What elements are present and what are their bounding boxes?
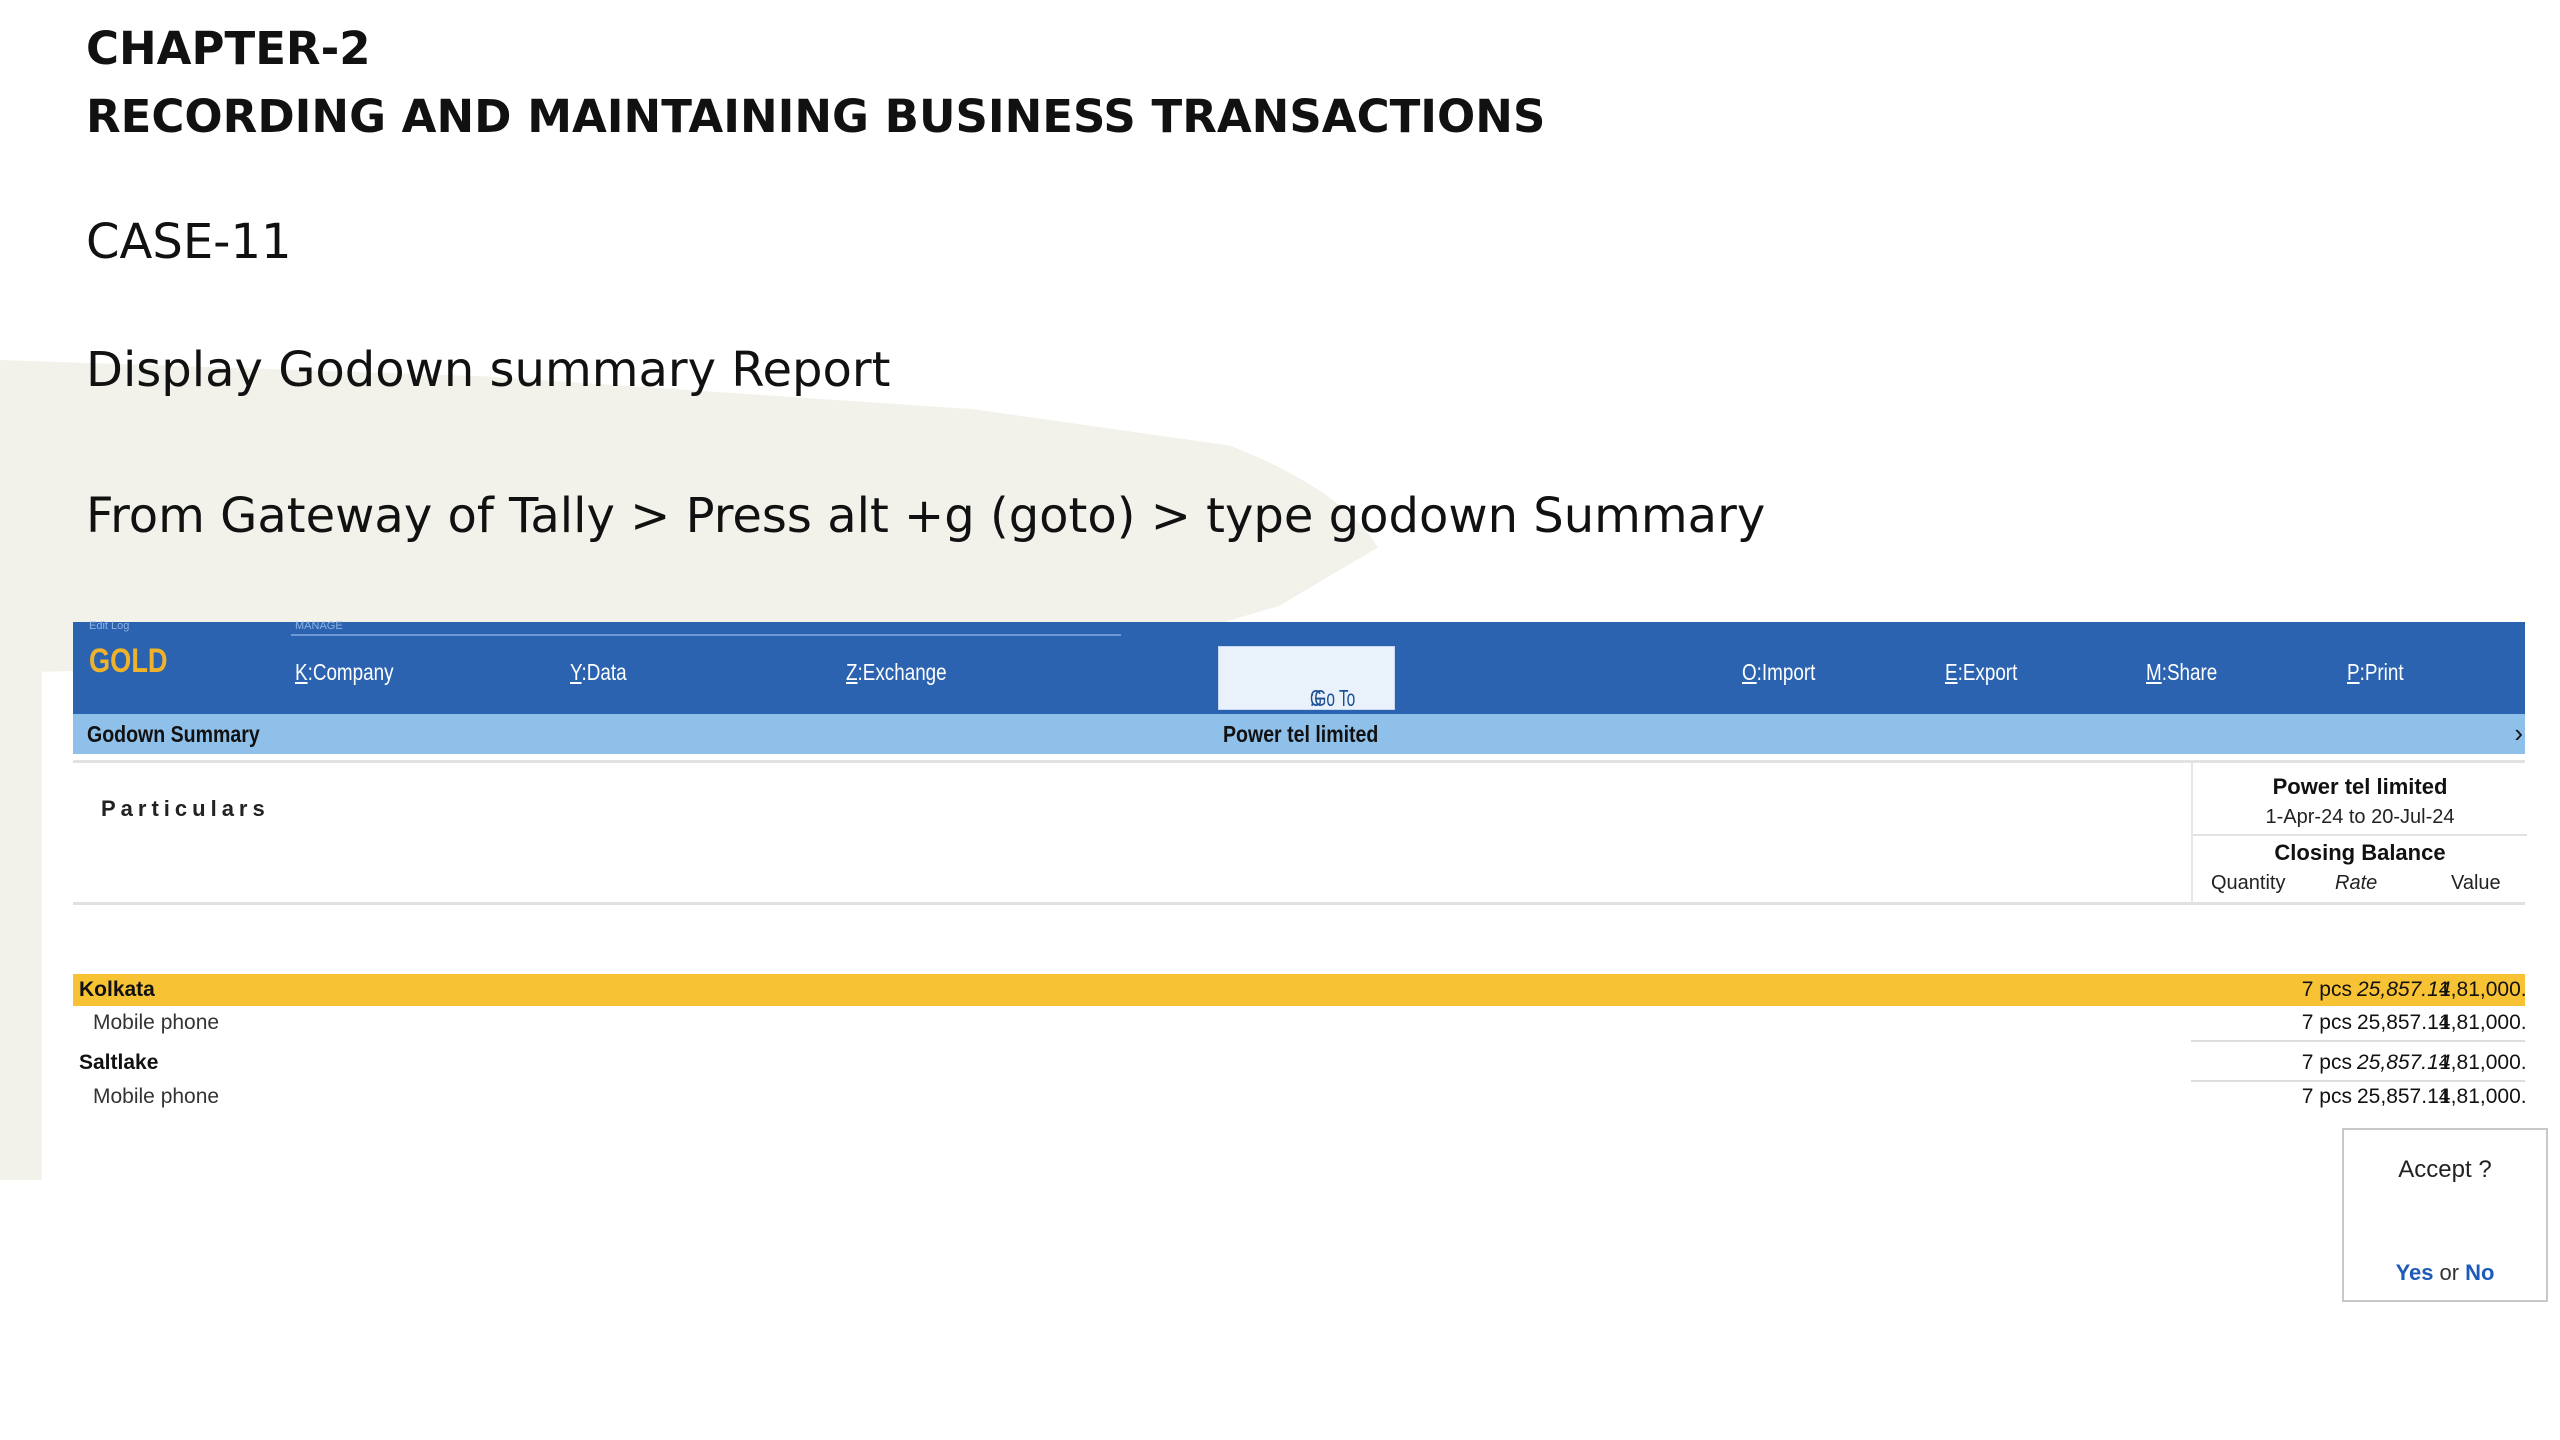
row-rate: 25,857.14 [2357, 978, 2451, 1001]
row-quantity: 7 pcs [2301, 1011, 2352, 1034]
closing-balance-column-header: Power tel limited 1-Apr-24 to 20-Jul-24 … [2191, 762, 2527, 902]
manage-divider [291, 634, 1121, 636]
report-title: Godown Summary [87, 721, 260, 747]
column-company: Power tel limited [2272, 774, 2448, 799]
menu-exchange[interactable]: Z:Exchange [846, 659, 947, 686]
column-value: Value [2451, 872, 2501, 894]
chapter-subtitle: RECORDING AND MAINTAINING BUSINESS TRANS… [86, 90, 1546, 143]
accept-options: Yes or No [2344, 1260, 2546, 1286]
header-divider-bottom [73, 902, 2525, 905]
menu-company[interactable]: K:Company [295, 659, 394, 686]
menu-import[interactable]: O:Import [1742, 659, 1815, 686]
table-row[interactable]: Mobile phone 7 pcs 25,857.14 1,81,000.00 [73, 1081, 2525, 1113]
case-label: CASE-11 [86, 214, 292, 270]
row-quantity: 7 pcs [2301, 1085, 2352, 1108]
column-closing-balance: Closing Balance [2274, 840, 2446, 865]
row-rate: 25,857.14 [2357, 1051, 2451, 1074]
company-name: Power tel limited [1223, 721, 1379, 747]
godown-name: Saltlake [79, 1051, 159, 1074]
row-quantity: 7 pcs [2301, 978, 2352, 1001]
top-menu-bar: Edit Log GOLD MANAGE K:Company Y:Data Z:… [73, 620, 2525, 714]
menu-goto-button[interactable]: G:Go To [1218, 646, 1395, 711]
row-value: 1,81,000.00 [2439, 1011, 2525, 1034]
task-text: Display Godown summary Report [86, 342, 891, 398]
accept-dialog: Accept ? Yes or No [2342, 1128, 2548, 1302]
row-value: 1,81,000.00 [2439, 978, 2525, 1001]
navigation-path: From Gateway of Tally > Press alt +g (go… [86, 488, 1766, 544]
product-logo: GOLD [89, 642, 168, 680]
tally-window: Edit Log GOLD MANAGE K:Company Y:Data Z:… [73, 620, 2527, 1322]
column-quantity: Quantity [2211, 872, 2286, 894]
chapter-heading: CHAPTER-2 [86, 22, 371, 75]
header-divider-top [73, 760, 2525, 763]
yes-button[interactable]: Yes [2396, 1260, 2434, 1285]
row-rate: 25,857.14 [2357, 1085, 2451, 1108]
menu-data[interactable]: Y:Data [570, 659, 627, 686]
manage-label: MANAGE [295, 620, 343, 632]
row-quantity: 7 pcs [2301, 1051, 2352, 1074]
item-name: Mobile phone [93, 1085, 220, 1108]
report-title-bar: Godown Summary Power tel limited › [73, 714, 2525, 754]
menu-print[interactable]: P:Print [2347, 659, 2404, 686]
godown-name: Kolkata [79, 978, 155, 1001]
column-period: 1-Apr-24 to 20-Jul-24 [2265, 806, 2455, 828]
table-row[interactable]: Kolkata 7 pcs 25,857.14 1,81,000.00 [73, 974, 2525, 1006]
item-name: Mobile phone [93, 1011, 220, 1034]
no-button[interactable]: No [2465, 1260, 2494, 1285]
row-rate: 25,857.14 [2357, 1011, 2451, 1034]
menu-share[interactable]: M:Share [2146, 659, 2217, 686]
row-value: 1,81,000.00 [2439, 1085, 2525, 1108]
column-rate: Rate [2335, 872, 2378, 894]
table-row[interactable]: Mobile phone 7 pcs 25,857.14 1,81,000.00 [73, 1007, 2525, 1039]
row-divider [2191, 1040, 2525, 1042]
accept-question: Accept ? [2398, 1156, 2492, 1183]
or-label: or [2439, 1260, 2460, 1285]
menu-export[interactable]: E:Export [1945, 659, 2017, 686]
column-divider [2193, 834, 2527, 836]
table-row[interactable]: Saltlake 7 pcs 25,857.14 1,81,000.00 [73, 1047, 2525, 1079]
edition-label: Edit Log [89, 620, 130, 632]
particulars-header: Particulars [101, 796, 270, 821]
row-value: 1,81,000.00 [2439, 1051, 2525, 1074]
report-body: Particulars Power tel limited 1-Apr-24 t… [73, 754, 2527, 1322]
chevron-right-icon[interactable]: › [2514, 718, 2523, 749]
